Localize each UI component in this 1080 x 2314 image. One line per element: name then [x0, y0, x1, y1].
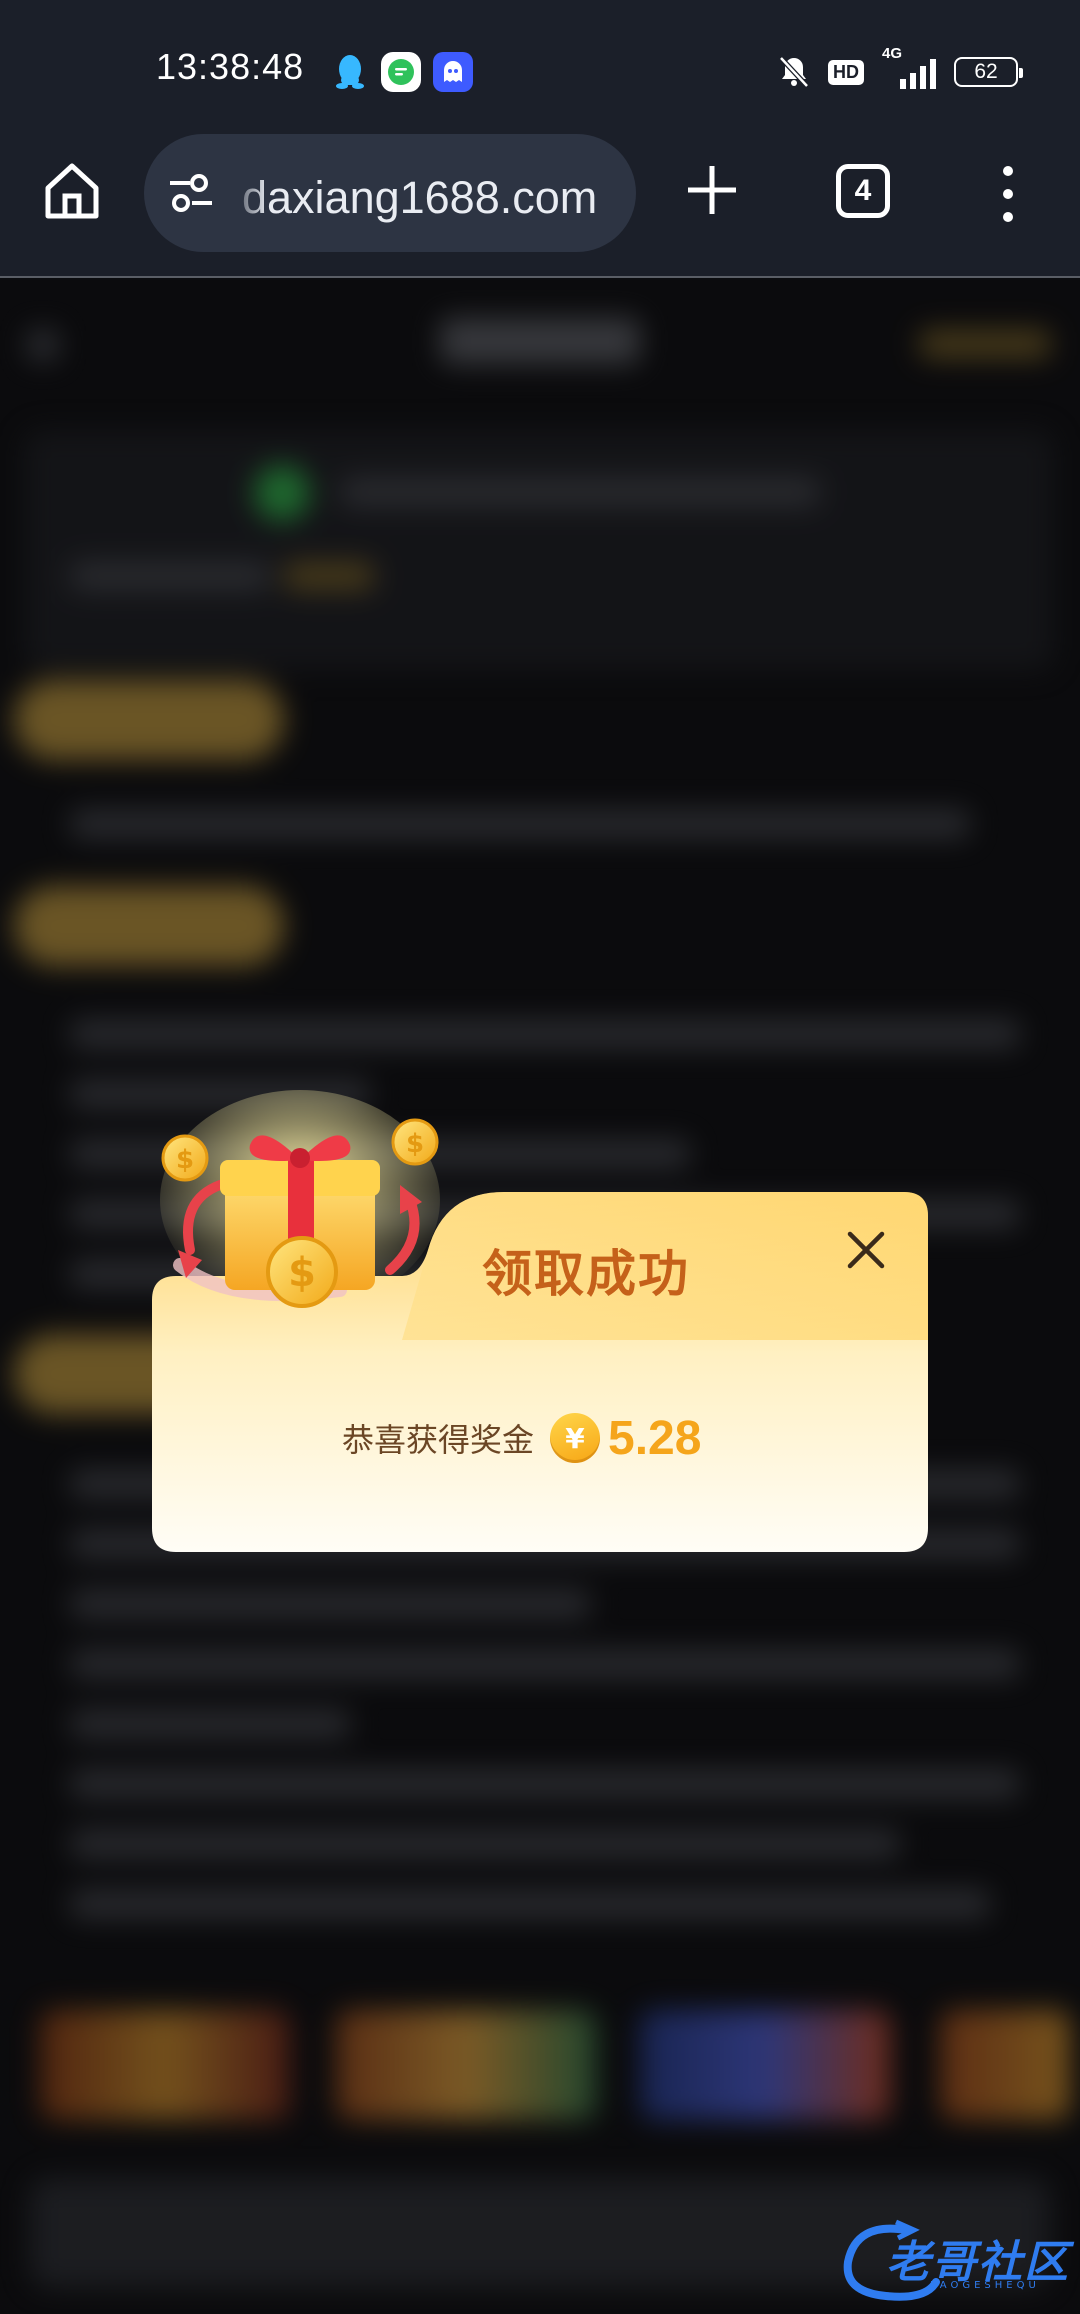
plus-icon — [688, 166, 736, 214]
kebab-dot — [1003, 212, 1013, 222]
battery-icon: 62 — [954, 57, 1023, 87]
yen-coin-icon: ¥ — [550, 1413, 601, 1463]
network-type: 4G — [882, 45, 903, 62]
browser-menu-button[interactable] — [994, 166, 1022, 222]
watermark-subtext: LAOGESHEQU — [930, 2280, 1040, 2291]
home-icon — [45, 163, 99, 219]
reward-amount: 5.28 — [608, 1411, 702, 1465]
home-button[interactable] — [40, 158, 104, 222]
mute-bell-icon — [779, 56, 809, 88]
svg-text:$: $ — [288, 1250, 316, 1296]
svg-text:$: $ — [176, 1145, 194, 1175]
tab-count: 4 — [854, 174, 872, 207]
dialog-title: 领取成功 — [482, 1245, 690, 1303]
watermark-logo: 老哥社区 LAOGESHEQU — [836, 2212, 1072, 2304]
new-tab-button[interactable] — [682, 160, 742, 220]
qq-notification-icon — [330, 52, 370, 92]
reward-row: 恭喜获得奖金 ¥ 5.28 — [342, 1408, 701, 1468]
tab-switcher-button[interactable]: 4 — [836, 164, 890, 218]
close-icon — [847, 1231, 885, 1269]
battery-level: 62 — [974, 60, 998, 83]
signal-icon: 4G — [882, 45, 936, 89]
message-notification-icon — [381, 52, 421, 92]
ghost-app-notification-icon — [433, 52, 473, 92]
status-clock: 13:38:48 — [156, 46, 305, 87]
status-bar: 13:38:48 HD 4G 62 — [0, 0, 1080, 130]
url-text[interactable]: daxiang1688.com — [242, 172, 597, 224]
close-button[interactable] — [842, 1226, 890, 1274]
hd-badge: HD — [828, 59, 864, 85]
kebab-dot — [1003, 166, 1013, 176]
site-settings-icon[interactable] — [168, 172, 214, 214]
status-indicators: HD 4G 62 — [778, 45, 1023, 92]
reward-label: 恭喜获得奖金 — [342, 1421, 535, 1459]
gift-box-icon: $ $ $ — [160, 1090, 440, 1310]
browser-toolbar: daxiang1688.com 4 — [0, 130, 1080, 278]
address-bar[interactable]: daxiang1688.com — [144, 134, 636, 252]
svg-text:$: $ — [406, 1129, 424, 1159]
kebab-dot — [1003, 189, 1013, 199]
